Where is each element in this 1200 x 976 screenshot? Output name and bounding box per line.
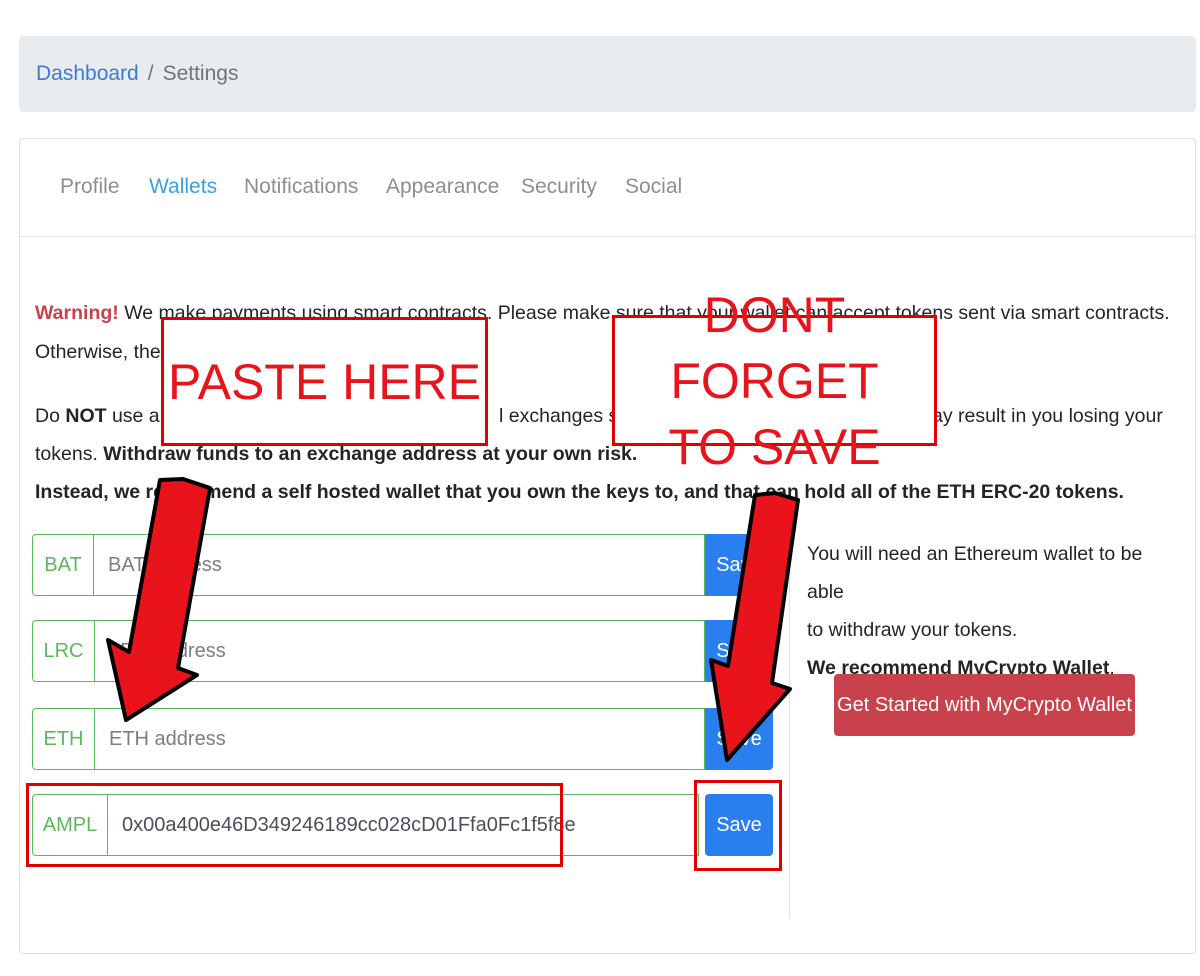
breadcrumb: Dashboard / Settings <box>19 36 1196 112</box>
paste-here-callout: PASTE HERE <box>161 317 488 446</box>
tab-profile[interactable]: Profile <box>60 175 120 199</box>
tab-social[interactable]: Social <box>625 175 682 199</box>
notice-withdraw-risk: Withdraw funds to an exchange address at… <box>103 443 638 465</box>
notice-line-3: Instead, we recommend a self hosted wall… <box>35 473 1124 511</box>
warning-line-2: Otherwise, the t <box>35 341 172 363</box>
wallet-row-lrc: LRC LRC address Save <box>32 620 773 682</box>
save-lrc-button[interactable]: Save <box>705 620 773 682</box>
bat-address-input[interactable]: BAT address <box>93 534 705 596</box>
token-label-lrc: LRC <box>32 620 94 682</box>
wallet-info-line-1: You will need an Ethereum wallet to be a… <box>807 543 1143 603</box>
save-highlight-box <box>694 780 782 871</box>
wallet-row-bat: BAT BAT address Save <box>32 534 773 596</box>
dont-forget-callout: DONT FORGET TO SAVE <box>612 287 937 475</box>
wallet-row-eth: ETH ETH address Save <box>32 708 773 770</box>
column-divider <box>789 498 790 918</box>
breadcrumb-dashboard-link[interactable]: Dashboard <box>36 62 139 86</box>
paste-here-text: PASTE HERE <box>167 353 482 410</box>
notice-recommend: Instead, we recommend a self hosted wall… <box>35 481 1124 503</box>
wallet-info-line-2: to withdraw your tokens. <box>807 619 1018 641</box>
token-label-eth: ETH <box>32 708 94 770</box>
settings-tabs: Profile Wallets Notifications Appearance… <box>20 139 1195 237</box>
tab-notifications[interactable]: Notifications <box>244 175 358 199</box>
get-started-mycrypto-button[interactable]: Get Started with MyCrypto Wallet <box>834 674 1135 736</box>
warning-label: Warning! <box>35 302 119 324</box>
tab-wallets[interactable]: Wallets <box>149 175 217 199</box>
eth-address-input[interactable]: ETH address <box>94 708 705 770</box>
dont-forget-line-1: DONT FORGET <box>670 286 879 409</box>
ampl-highlight-box <box>26 783 563 867</box>
token-label-bat: BAT <box>32 534 93 596</box>
wallet-info: You will need an Ethereum wallet to be a… <box>807 535 1177 687</box>
breadcrumb-separator: / <box>147 62 154 85</box>
tab-security[interactable]: Security <box>521 175 597 199</box>
notice-tokens: tokens. <box>35 443 98 465</box>
notice-do: Do <box>35 405 60 427</box>
lrc-address-input[interactable]: LRC address <box>94 620 705 682</box>
breadcrumb-current: Settings <box>162 62 239 85</box>
save-bat-button[interactable]: Save <box>705 534 773 596</box>
tab-appearance[interactable]: Appearance <box>386 175 499 199</box>
dont-forget-line-2: TO SAVE <box>668 418 881 475</box>
notice-not: NOT <box>65 405 107 427</box>
notice-text-end: ay result in you losing your <box>932 405 1163 427</box>
save-eth-button[interactable]: Save <box>705 708 773 770</box>
